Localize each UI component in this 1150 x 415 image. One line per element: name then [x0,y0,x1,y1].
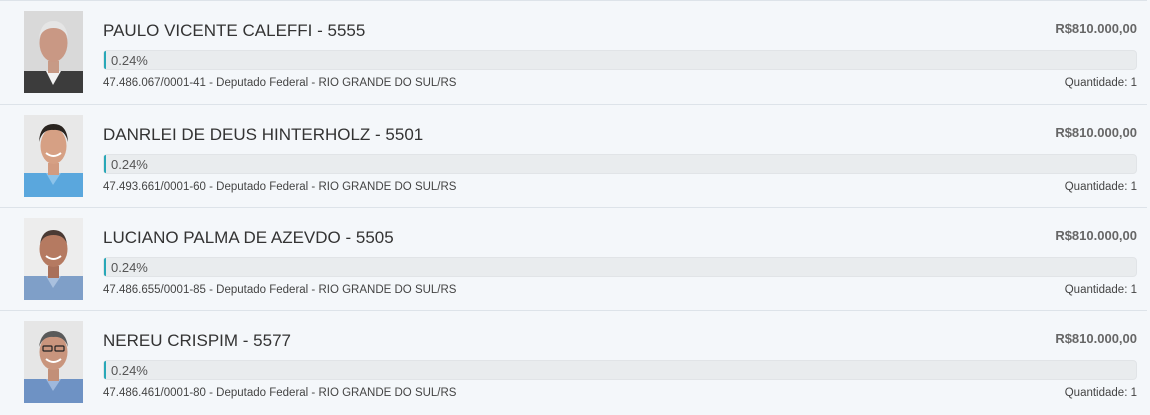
percent-bar: 0.24% [103,50,1137,70]
candidate-photo [24,115,83,197]
percent-bar: 0.24% [103,154,1137,174]
percent-label: 0.24% [111,260,148,275]
candidate-amount: R$810.000,00 [1055,21,1137,36]
percent-bar-fill [104,155,107,173]
candidate-list: PAULO VICENTE CALEFFI - 5555 R$810.000,0… [0,0,1147,415]
percent-bar-fill [104,51,107,69]
candidate-details: 47.486.461/0001-80 - Deputado Federal - … [103,387,457,399]
percent-bar-fill [104,361,107,379]
percent-label: 0.24% [111,363,148,378]
percent-bar-fill [104,258,107,276]
percent-bar: 0.24% [103,360,1137,380]
candidate-details: 47.486.067/0001-41 - Deputado Federal - … [103,77,457,89]
percent-bar: 0.24% [103,257,1137,277]
candidate-quantity: Quantidade: 1 [1064,77,1137,89]
candidate-quantity: Quantidade: 1 [1064,387,1137,399]
candidate-row[interactable]: LUCIANO PALMA DE AZEVDO - 5505 R$810.000… [0,207,1147,310]
candidate-amount: R$810.000,00 [1055,331,1137,346]
candidate-row[interactable]: PAULO VICENTE CALEFFI - 5555 R$810.000,0… [0,0,1147,104]
candidate-photo [24,11,83,93]
candidate-photo [24,321,83,403]
percent-label: 0.24% [111,157,148,172]
candidate-quantity: Quantidade: 1 [1064,181,1137,193]
candidate-amount: R$810.000,00 [1055,125,1137,140]
candidate-details: 47.486.655/0001-85 - Deputado Federal - … [103,284,457,296]
candidate-name[interactable]: NEREU CRISPIM - 5577 [103,331,291,351]
candidate-details: 47.493.661/0001-60 - Deputado Federal - … [103,181,457,193]
candidate-row[interactable]: DANRLEI DE DEUS HINTERHOLZ - 5501 R$810.… [0,104,1147,207]
candidate-row[interactable]: NEREU CRISPIM - 5577 R$810.000,00 0.24% … [0,310,1147,413]
percent-label: 0.24% [111,53,148,68]
candidate-amount: R$810.000,00 [1055,228,1137,243]
candidate-name[interactable]: LUCIANO PALMA DE AZEVDO - 5505 [103,228,394,248]
candidate-name[interactable]: PAULO VICENTE CALEFFI - 5555 [103,21,365,41]
candidate-quantity: Quantidade: 1 [1064,284,1137,296]
candidate-name[interactable]: DANRLEI DE DEUS HINTERHOLZ - 5501 [103,125,423,145]
candidate-photo [24,218,83,300]
